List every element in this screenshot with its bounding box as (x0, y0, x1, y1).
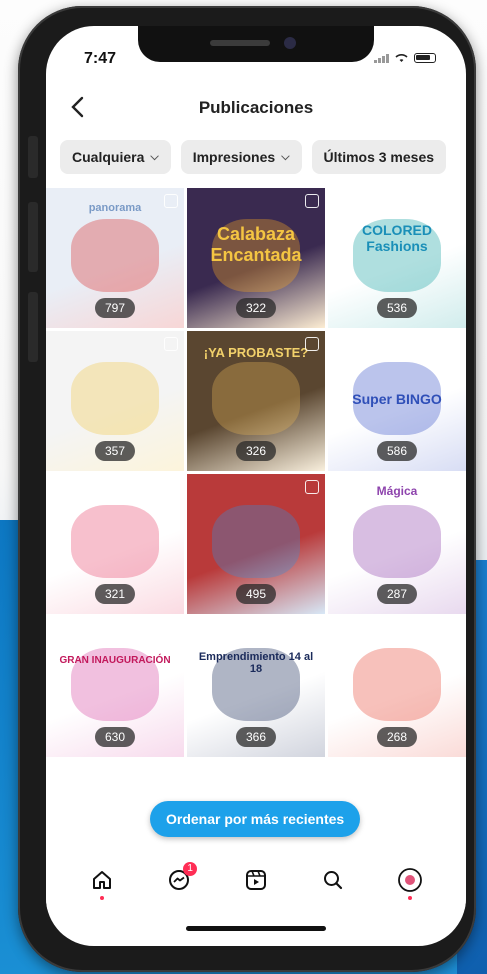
filter-bar: Cualquiera ⌵ Impresiones ⌵ Últimos 3 meses (60, 140, 447, 174)
volume-down-button (28, 292, 38, 362)
impressions-count: 797 (94, 298, 136, 318)
filter-chip-label: Últimos 3 meses (323, 149, 435, 165)
select-checkbox[interactable] (164, 194, 178, 208)
select-checkbox[interactable] (164, 623, 178, 637)
impressions-count: 321 (94, 584, 136, 604)
post-caption-text: panorama (88, 202, 142, 214)
tab-reels[interactable] (236, 860, 276, 900)
select-checkbox[interactable] (446, 623, 460, 637)
select-checkbox[interactable] (305, 337, 319, 351)
tab-home[interactable] (82, 860, 122, 900)
messages-badge: 1 (183, 862, 198, 876)
post-thumbnail[interactable]: 357 (46, 331, 184, 471)
post-graphic (211, 361, 301, 435)
home-indicator (186, 926, 326, 931)
post-caption-text: Mágica (376, 484, 418, 498)
post-graphic (352, 504, 442, 578)
post-graphic (70, 361, 160, 435)
post-graphic (70, 504, 160, 578)
post-graphic (211, 504, 301, 578)
impressions-count: 586 (376, 441, 418, 461)
select-checkbox[interactable] (446, 480, 460, 494)
post-thumbnail[interactable]: COLORED Fashions 536 (328, 188, 466, 328)
select-checkbox[interactable] (446, 766, 460, 780)
filter-chip-label: Impresiones (192, 149, 276, 165)
impressions-count: 268 (376, 727, 418, 747)
post-thumbnail[interactable]: Mágica 287 (328, 474, 466, 614)
select-checkbox[interactable] (305, 623, 319, 637)
status-icons (374, 53, 436, 63)
tab-messages[interactable]: 1 (159, 860, 199, 900)
post-thumbnail[interactable]: GRAN INAUGURACIÓN 630 (46, 617, 184, 757)
posts-grid: panorama 797 Calabaza Encantada 322 COLORED … (46, 188, 466, 900)
post-caption-text: Emprendimiento 14 al 18 (198, 651, 314, 675)
post-thumbnail[interactable]: ¡YA PROBASTE? 326 (187, 331, 325, 471)
search-icon (323, 871, 342, 890)
volume-up-button (28, 202, 38, 272)
post-caption-text: ¡YA PROBASTE? (203, 345, 309, 360)
chevron-down-icon: ⌵ (281, 150, 290, 163)
tab-profile[interactable] (390, 860, 430, 900)
post-graphic (352, 647, 442, 721)
post-thumbnail[interactable]: 495 (187, 474, 325, 614)
status-time: 7:47 (84, 50, 117, 67)
impressions-count: 536 (376, 298, 418, 318)
select-checkbox[interactable] (446, 337, 460, 351)
wifi-icon (395, 54, 408, 62)
tab-bar: 1 (46, 850, 466, 910)
impressions-count: 326 (235, 441, 277, 461)
post-thumbnail[interactable]: panorama 797 (46, 188, 184, 328)
sort-recent-button[interactable]: Ordenar por más recientes (150, 801, 361, 837)
filter-chip-metric[interactable]: Impresiones ⌵ (180, 140, 302, 174)
signal-icon (374, 53, 389, 63)
page-title: Publicaciones (198, 98, 314, 117)
post-thumbnail[interactable]: Super BINGO 586 (328, 331, 466, 471)
select-checkbox[interactable] (305, 766, 319, 780)
tab-search[interactable] (313, 860, 353, 900)
post-graphic (70, 218, 160, 292)
reels-icon (245, 870, 266, 890)
post-thumbnail[interactable]: 321 (46, 474, 184, 614)
filter-chip-type[interactable]: Cualquiera ⌵ (60, 140, 171, 174)
home-icon (93, 871, 112, 889)
impressions-count: 630 (94, 727, 136, 747)
select-checkbox[interactable] (305, 480, 319, 494)
impressions-count: 322 (235, 298, 277, 318)
profile-avatar-icon (397, 868, 422, 892)
post-caption-text: Super BINGO (352, 391, 442, 407)
post-caption-text: Calabaza Encantada (210, 224, 302, 265)
select-checkbox[interactable] (164, 480, 178, 494)
battery-icon (414, 53, 436, 63)
select-checkbox[interactable] (164, 337, 178, 351)
select-checkbox[interactable] (164, 766, 178, 780)
notch (138, 26, 374, 62)
impressions-count: 495 (235, 584, 277, 604)
screen: 7:47 Publicaciones Cualquiera ⌵ Impresion… (46, 26, 466, 946)
active-dot (100, 896, 105, 900)
select-checkbox[interactable] (305, 194, 319, 208)
impressions-count: 366 (235, 727, 277, 747)
profile-dot (407, 896, 412, 900)
post-thumbnail[interactable]: Emprendimiento 14 al 18 366 (187, 617, 325, 757)
post-thumbnail[interactable]: Calabaza Encantada 322 (187, 188, 325, 328)
chevron-down-icon: ⌵ (150, 150, 159, 163)
header: Publicaciones (46, 90, 466, 130)
filter-chip-label: Cualquiera (72, 149, 145, 165)
mute-switch (28, 136, 38, 178)
post-thumbnail[interactable]: 268 (328, 617, 466, 757)
select-checkbox[interactable] (446, 194, 460, 208)
impressions-count: 357 (94, 441, 136, 461)
impressions-count: 287 (376, 584, 418, 604)
filter-chip-period[interactable]: Últimos 3 meses (311, 140, 447, 174)
post-caption-text: GRAN INAUGURACIÓN (59, 655, 171, 666)
post-caption-text: COLORED Fashions (362, 222, 432, 254)
